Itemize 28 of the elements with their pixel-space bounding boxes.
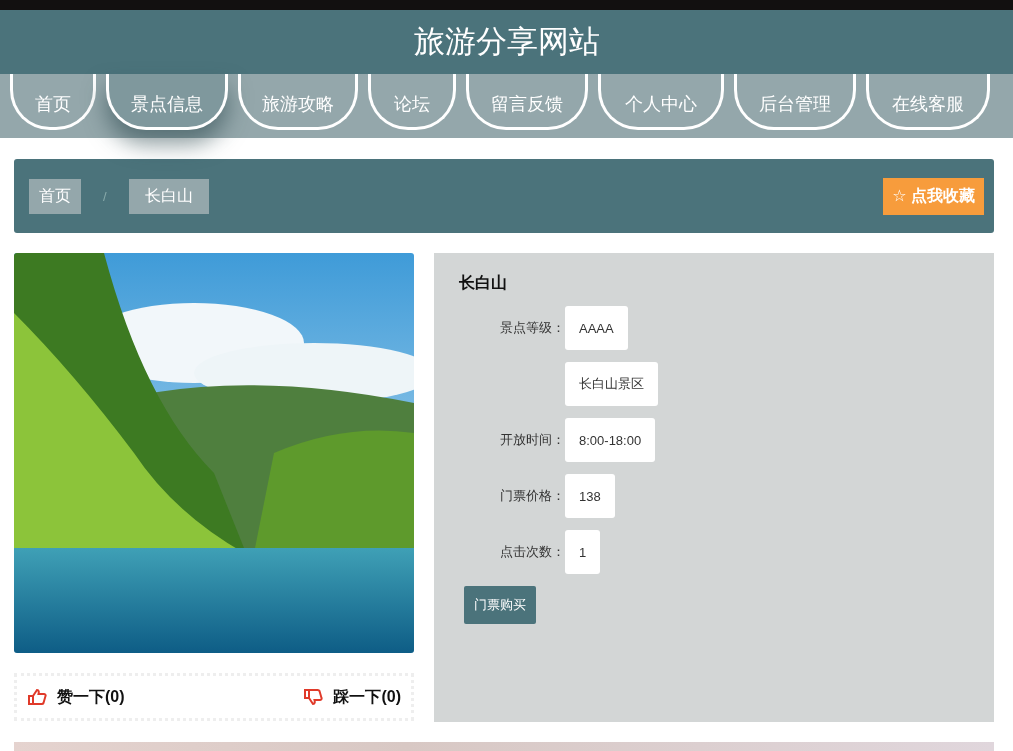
nav-tab[interactable]: 在线客服 (866, 74, 990, 130)
field-label: 门票价格： (499, 487, 565, 505)
nav-tab[interactable]: 景点信息 (106, 74, 228, 130)
field-value: 长白山景区 (565, 362, 658, 406)
breadcrumb-link[interactable]: 长白山 (128, 178, 209, 214)
nav-tab[interactable]: 后台管理 (734, 74, 856, 130)
nav-tab[interactable]: 个人中心 (598, 74, 724, 130)
breadcrumb-separator: / (103, 188, 107, 204)
nav-tab[interactable]: 留言反馈 (466, 74, 588, 130)
thumbs-up-icon[interactable] (27, 688, 47, 706)
thumbs-down-icon[interactable] (303, 688, 324, 706)
field-label: 景点等级： (499, 319, 565, 337)
nav-tab[interactable]: 首页 (10, 74, 96, 130)
field-label: 点击次数： (499, 543, 565, 561)
breadcrumb-link[interactable]: 首页 (29, 178, 81, 214)
dislike-count[interactable]: 踩一下(0) (333, 686, 401, 708)
nav-tab[interactable]: 论坛 (368, 74, 456, 130)
site-title: 旅游分享网站 (413, 23, 600, 61)
field-value: AAAA (565, 306, 628, 350)
like-count[interactable]: 赞一下(0) (57, 686, 125, 708)
favorite-button[interactable]: ☆ 点我收藏 (883, 177, 984, 215)
spot-name: 长白山 (459, 273, 508, 293)
field-value: 8:00-18:00 (565, 418, 656, 462)
field-value: 138 (565, 474, 615, 518)
field-label: 开放时间： (499, 431, 565, 449)
buy-ticket-button[interactable]: 门票购买 (464, 586, 536, 624)
nav-tab[interactable]: 旅游攻略 (238, 74, 358, 130)
field-value: 1 (565, 530, 601, 574)
